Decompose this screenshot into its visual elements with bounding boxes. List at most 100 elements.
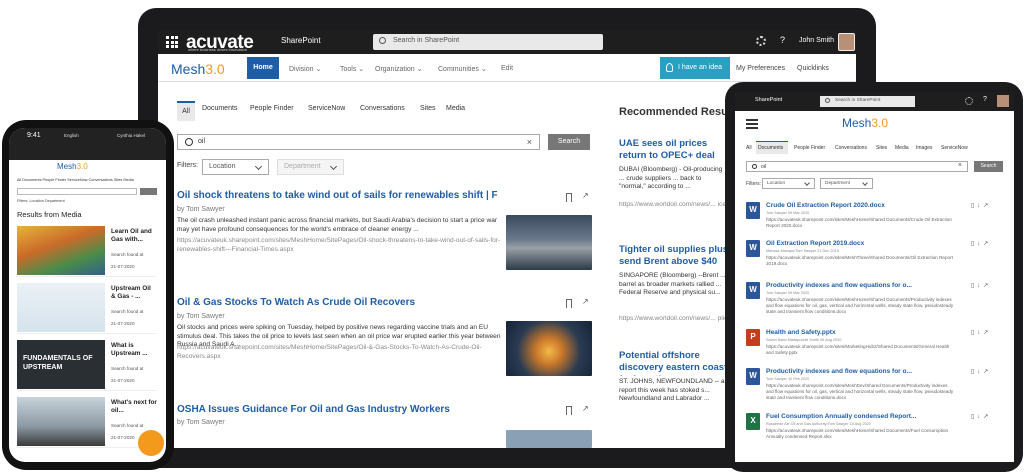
media-card[interactable]: Learn Oil and Gas with... Search found a… [17,226,157,277]
result-title[interactable]: Oil shock threatens to take wind out of … [177,190,497,201]
search-button[interactable]: Search [974,161,1003,172]
sharepoint-search-input[interactable]: Search in SharePoint [820,96,915,107]
quicklinks-link[interactable]: Quicklinks [797,65,829,72]
recommended-url[interactable]: https://www.worldoil.com/news/... ices-r… [619,201,729,208]
help-icon[interactable]: ? [780,35,785,45]
media-card[interactable]: What's next for oil... Search found at 2… [17,397,157,448]
tab-images[interactable]: Images [916,145,932,151]
recommended-title[interactable]: Potential offshore discovery eastern coa… [619,350,729,376]
document-title[interactable]: Crude Oil Extraction Report 2020.docx [766,202,936,209]
sharepoint-label[interactable]: SharePoint [281,36,321,45]
document-url[interactable]: https://acuvateuk.sharepoint.com/sites/M… [766,344,956,356]
sharepoint-label[interactable]: SharePoint [755,97,782,103]
search-input[interactable]: oil × [177,134,540,150]
user-name[interactable]: John Smith [799,37,834,44]
document-title[interactable]: Oil Extraction Report 2019.docx [766,240,936,247]
result-url[interactable]: https://acuvateuk.sharepoint.com/sites/M… [177,237,507,254]
document-actions[interactable]: ▯↓↗ [971,329,991,336]
help-icon[interactable]: ? [983,96,987,103]
clear-icon[interactable]: × [527,137,532,147]
tab-all[interactable]: All [177,101,195,121]
document-title[interactable]: Health and Safety.pptx [766,329,936,336]
nav-tools[interactable]: Tools ⌄ [340,65,364,73]
document-url[interactable]: https://acuvateuk.sharepoint.com/sites/M… [766,297,956,314]
result-title[interactable]: OSHA Issues Guidance For Oil and Gas Ind… [177,404,497,415]
tab-documents[interactable]: Documents [756,141,788,154]
media-title[interactable]: Learn Oil and Gas with... [111,228,157,243]
mesh-logo[interactable]: Mesh3.0 [171,61,225,77]
location-dropdown[interactable]: Location [202,159,269,175]
tab-people-finder[interactable]: People Finder [250,105,294,112]
nav-organization[interactable]: Organization ⌄ [375,65,423,73]
search-button[interactable]: Search [548,134,590,150]
language-selector[interactable]: English [64,133,79,138]
media-title[interactable]: What is Upstream ... [111,342,157,357]
document-actions[interactable]: ▯↓↗ [971,413,991,420]
media-card[interactable]: FUNDAMENTALS OF UPSTREAM What is Upstrea… [17,340,157,391]
media-thumbnail[interactable] [17,397,105,446]
recommended-title[interactable]: UAE sees oil prices return to OPEC+ deal [619,138,729,164]
search-input[interactable]: oil × [746,161,968,172]
document-actions[interactable]: ▯↓↗ [971,282,991,289]
media-title[interactable]: What's next for oil... [111,399,157,414]
my-preferences-link[interactable]: My Preferences [736,65,785,72]
tab-sites[interactable]: Sites [420,105,436,112]
result-url[interactable]: https://acuvateuk.sharepoint.com/sites/M… [177,344,507,361]
document-url[interactable]: https://acuvateuk.sharepoint.com/sites/M… [766,255,956,267]
nav-communities[interactable]: Communities ⌄ [438,65,487,73]
chatbot-icon[interactable] [138,430,164,456]
clear-icon[interactable]: × [958,162,962,169]
location-dropdown[interactable]: Location [762,178,815,189]
document-url[interactable]: https://acuvateuk.sharepoint.com/sites/M… [766,428,956,440]
document-title[interactable]: Fuel Consumption Annually condensed Repo… [766,413,936,420]
tab-all[interactable]: All [746,145,752,151]
share-icon[interactable]: ↗ [582,297,589,306]
nav-home[interactable]: Home [247,57,279,79]
tab-people-finder[interactable]: People Finder [794,145,825,151]
document-title[interactable]: Productivity indexes and flow equations … [766,368,936,375]
recommended-title[interactable]: Tighter oil supplies plus send Brent abo… [619,244,729,270]
mesh-logo[interactable]: Mesh3.0 [842,116,888,130]
document-url[interactable]: https://acuvateuk.sharepoint.com/sites/M… [766,217,956,229]
nav-edit[interactable]: Edit [501,65,513,72]
tab-media[interactable]: Media [446,105,465,112]
hamburger-menu-icon[interactable] [746,119,758,129]
avatar[interactable] [997,95,1009,107]
media-thumbnail[interactable] [17,283,105,332]
app-launcher-icon[interactable] [166,36,178,48]
media-thumbnail[interactable] [17,226,105,275]
document-actions[interactable]: ▯↓↗ [971,368,991,375]
user-name[interactable]: Cynthia Hakel [117,133,145,138]
tab-servicenow[interactable]: ServiceNow [941,145,968,151]
sharepoint-search-input[interactable]: Search in SharePoint [373,34,603,50]
media-card[interactable]: Upstream Oil & Gas - ... Search found at… [17,283,157,334]
tab-servicenow[interactable]: ServiceNow [308,105,345,112]
media-thumbnail[interactable]: FUNDAMENTALS OF UPSTREAM [17,340,105,389]
phone-tabs[interactable]: All Documents People Finder ServiceNow C… [17,178,134,182]
share-icon[interactable]: ↗ [582,191,589,200]
media-title[interactable]: Upstream Oil & Gas - ... [111,285,157,300]
idea-button[interactable]: I have an idea [660,57,730,79]
gear-icon[interactable] [965,97,973,105]
tab-documents[interactable]: Documents [202,105,237,112]
recommended-url[interactable]: https://www.worldoil.com/news/... plies-… [619,315,729,322]
document-title[interactable]: Productivity indexes and flow equations … [766,282,936,289]
share-icon[interactable]: ↗ [582,404,589,413]
phone-search-input[interactable] [17,188,137,195]
mesh-logo[interactable]: Mesh3.0 [57,162,88,171]
wind-turbine-image[interactable] [506,215,592,270]
phone-search-button[interactable] [140,188,157,195]
document-actions[interactable]: ▯↓↗ [971,202,991,209]
document-url[interactable]: https://acuvateuk.sharepoint.com/sites/M… [766,383,956,400]
result-image[interactable] [506,430,592,448]
bookmark-icon[interactable] [566,299,572,308]
tab-sites[interactable]: Sites [876,145,887,151]
bookmark-icon[interactable] [566,193,572,202]
tab-media[interactable]: Media [895,145,909,151]
gear-icon[interactable] [756,36,766,46]
oil-rig-image[interactable] [506,321,592,376]
tab-conversations[interactable]: Conversations [835,145,867,151]
document-actions[interactable]: ▯↓↗ [971,240,991,247]
nav-division[interactable]: Division ⌄ [289,65,321,73]
phone-filters[interactable]: Filters: Location Department [17,199,65,203]
